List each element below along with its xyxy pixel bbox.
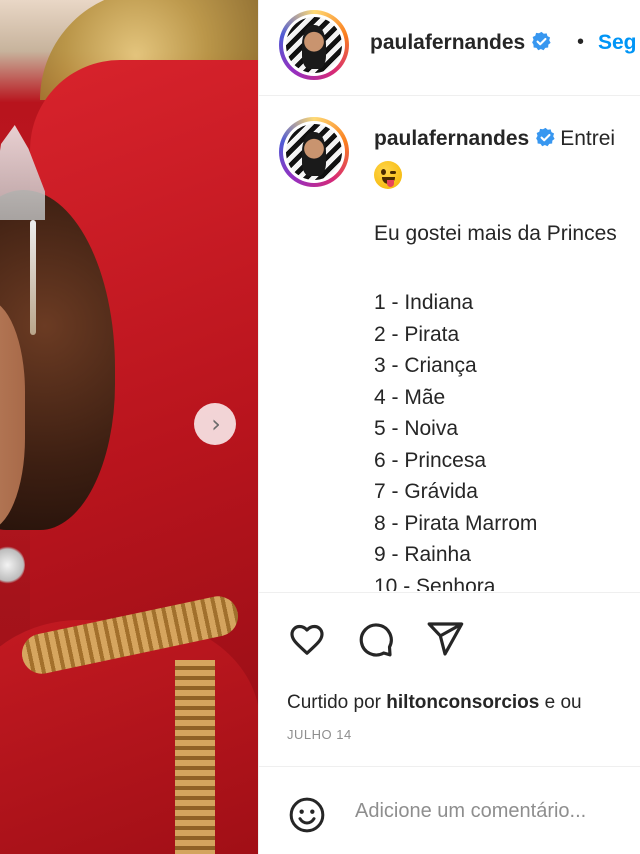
- list-item: 7 - Grávida: [374, 480, 478, 503]
- post-date[interactable]: JULHO 14: [287, 727, 352, 742]
- list-item: 2 - Pirata: [374, 322, 460, 346]
- action-bar: [259, 593, 640, 683]
- caption-header: paulafernandes Entrei: [374, 127, 640, 151]
- username-text[interactable]: paulafernandes: [370, 31, 525, 54]
- separator-dot: •: [577, 31, 585, 53]
- next-image-button[interactable]: ›: [194, 403, 236, 445]
- tongue-emoji-icon: [374, 161, 402, 189]
- avatar[interactable]: [279, 10, 349, 80]
- paper-plane-icon: [427, 622, 464, 656]
- post-image[interactable]: ›: [0, 0, 258, 854]
- heart-icon: [290, 624, 324, 655]
- chevron-right-icon: ›: [211, 410, 221, 438]
- header-username[interactable]: paulafernandes: [370, 31, 552, 55]
- earring: [30, 220, 36, 335]
- gold-trim-vertical: [175, 660, 215, 854]
- likes-prefix: Curtido por: [287, 692, 381, 713]
- likes-suffix: e ou: [544, 692, 582, 713]
- share-button[interactable]: [425, 619, 465, 659]
- list-item: 6 - Princesa: [374, 448, 487, 472]
- smiley-icon: [289, 797, 325, 833]
- caption-avatar[interactable]: [279, 117, 349, 187]
- emoji-picker-button[interactable]: [287, 795, 327, 835]
- verified-badge-icon: [532, 31, 551, 51]
- list-item: 9 - Rainha: [374, 543, 471, 566]
- follow-button[interactable]: Seg: [598, 31, 637, 55]
- post-details-panel: paulafernandes • Seg paulafernandes Entre…: [258, 0, 640, 854]
- list-item: 10 - Senhora: [374, 574, 496, 592]
- caption-username[interactable]: paulafernandes: [374, 127, 529, 150]
- list-item: 5 - Noiva: [374, 417, 459, 440]
- list-item: 4 - Mãe: [374, 385, 446, 409]
- list-item: 8 - Pirata Marrom: [374, 511, 538, 535]
- necklace: [0, 545, 25, 585]
- post-header: paulafernandes • Seg: [259, 0, 640, 96]
- caption-list: 1 - Indiana 2 - Pirata 3 - Criança 4 - M…: [374, 287, 537, 591]
- list-item: 3 - Criança: [374, 354, 477, 377]
- caption-start: Entrei: [560, 127, 616, 150]
- caption-line: Eu gostei mais da Princes: [374, 222, 617, 245]
- comment-button[interactable]: [355, 619, 395, 659]
- caption-area: paulafernandes Entrei Eu gostei mais da P…: [259, 97, 640, 591]
- comment-icon: [359, 623, 393, 657]
- verified-badge-icon: [536, 127, 555, 147]
- likes-summary: Curtido por hiltonconsorcios e ou: [287, 692, 582, 714]
- like-button[interactable]: [287, 619, 327, 659]
- list-item: 1 - Indiana: [374, 291, 474, 314]
- divider: [259, 766, 640, 767]
- comment-input[interactable]: [355, 800, 640, 823]
- liked-by-user[interactable]: hiltonconsorcios: [386, 692, 539, 713]
